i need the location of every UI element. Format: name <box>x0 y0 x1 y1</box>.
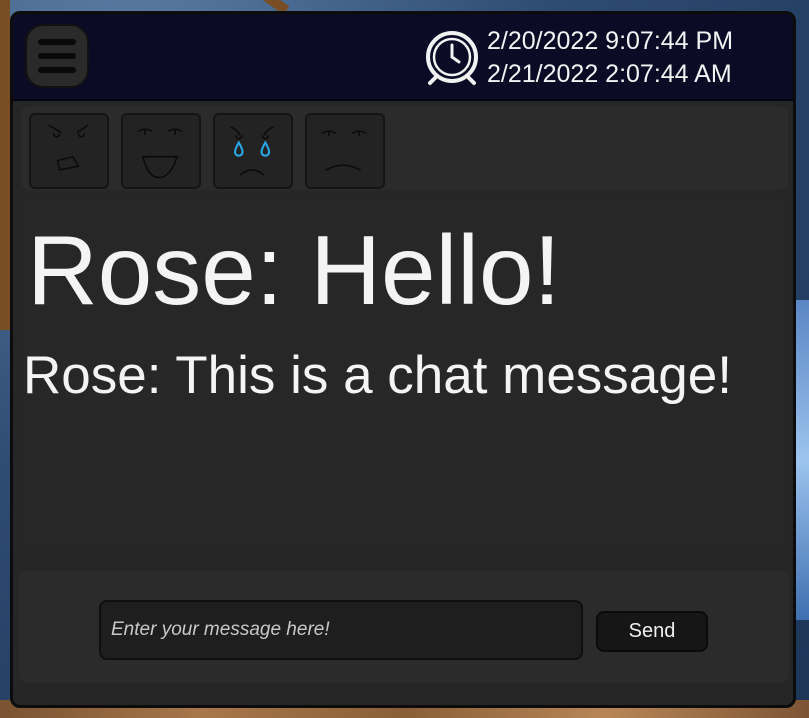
chat-window: 2/20/2022 9:07:44 PM 2/21/2022 2:07:44 A… <box>10 11 796 708</box>
chat-message: Rose: Hello! <box>27 215 561 325</box>
alarm-clock-icon <box>426 31 478 85</box>
hamburger-menu-icon-bar <box>38 53 76 59</box>
datetime-secondary: 2/21/2022 2:07:44 AM <box>487 60 732 88</box>
emote-angry-button[interactable] <box>29 113 109 189</box>
chat-message: Rose: This is a chat message! <box>23 346 732 405</box>
menu-button[interactable] <box>25 24 89 88</box>
chat-header: 2/20/2022 9:07:44 PM 2/21/2022 2:07:44 A… <box>13 14 793 101</box>
hamburger-menu-icon <box>38 39 76 45</box>
message-composer: Send <box>19 571 789 683</box>
background-beam <box>0 0 10 330</box>
angry-face-icon <box>48 124 89 171</box>
message-input[interactable] <box>99 600 583 660</box>
send-button[interactable]: Send <box>596 611 708 652</box>
emote-sad-button[interactable] <box>305 113 385 189</box>
chat-log[interactable]: Rose: Hello! Rose: This is a chat messag… <box>19 197 789 549</box>
emote-happy-button[interactable] <box>121 113 201 189</box>
emote-crying-button[interactable] <box>213 113 293 189</box>
sad-face-icon <box>321 130 367 171</box>
crying-face-icon <box>230 126 274 176</box>
happy-face-icon <box>137 128 183 179</box>
datetime-primary: 2/20/2022 9:07:44 PM <box>487 27 734 55</box>
hamburger-menu-icon-bar <box>38 67 76 73</box>
datetime-display: 2/20/2022 9:07:44 PM 2/21/2022 2:07:44 A… <box>487 25 733 91</box>
emote-bar <box>21 106 788 190</box>
